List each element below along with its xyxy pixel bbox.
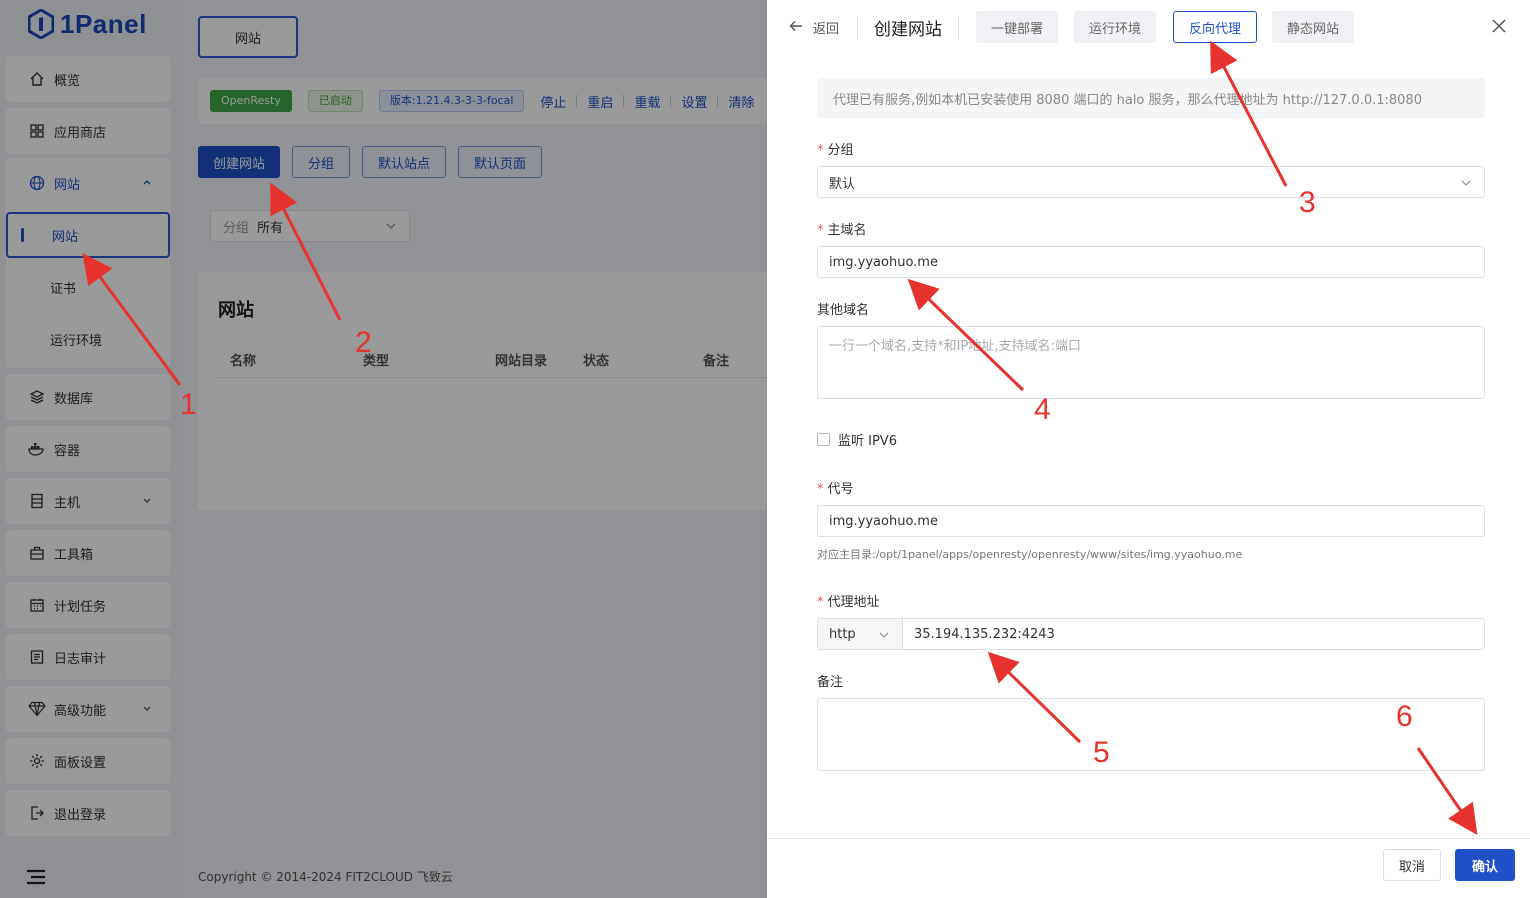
other-domains-label: 其他域名: [817, 303, 870, 318]
tab-one-click-deploy[interactable]: 一键部署: [976, 11, 1059, 43]
tab-reverse-proxy[interactable]: 反向代理: [1173, 11, 1258, 43]
modal-mask[interactable]: [0, 0, 178, 898]
proxy-address-input[interactable]: 35.194.135.232:4243: [902, 618, 1485, 650]
primary-domain-input[interactable]: img.yyaohuo.me: [817, 246, 1485, 278]
cancel-button[interactable]: 取消: [1383, 849, 1441, 881]
back-button[interactable]: 返回: [789, 18, 839, 37]
annotation-number: 4: [1034, 393, 1051, 426]
checkbox-box[interactable]: [817, 433, 830, 446]
info-alert: 代理已有服务,例如本机已安装使用 8080 端口的 halo 服务，那么代理地址…: [817, 78, 1485, 118]
annotation-number: 5: [1093, 736, 1110, 769]
group-label: * 分组: [817, 143, 854, 158]
primary-domain-label: * 主域名: [817, 223, 867, 238]
drawer-header: 返回 创建网站 一键部署 运行环境 反向代理 静态网站: [767, 0, 1530, 56]
alias-input[interactable]: img.yyaohuo.me: [817, 505, 1485, 537]
group-select[interactable]: 默认: [817, 166, 1485, 198]
divider: [857, 18, 858, 38]
close-icon[interactable]: [1491, 18, 1507, 38]
divider: [958, 18, 959, 38]
alias-hint: 对应主目录:/opt/1panel/apps/openresty/openres…: [817, 548, 1243, 561]
back-label: 返回: [813, 22, 840, 37]
arrow-left-icon: [789, 20, 803, 36]
proxy-protocol-value: http: [829, 626, 856, 642]
remark-textarea[interactable]: [817, 698, 1485, 771]
annotation-number: 3: [1299, 186, 1316, 219]
annotation-number: 2: [355, 326, 372, 359]
create-website-drawer: 返回 创建网站 一键部署 运行环境 反向代理 静态网站 代理已有服务,例如本机已…: [767, 0, 1530, 898]
chevron-down-icon: [878, 629, 890, 645]
divider: [767, 838, 1530, 839]
proxy-protocol-select[interactable]: http: [817, 618, 903, 650]
other-domains-textarea[interactable]: 一行一个域名,支持*和IP地址,支持域名:端口: [817, 326, 1485, 399]
modal-mask[interactable]: [178, 0, 767, 898]
proxy-address-label: * 代理地址: [817, 595, 880, 610]
annotation-number: 6: [1396, 700, 1413, 733]
tab-static-site[interactable]: 静态网站: [1272, 11, 1355, 43]
ipv6-label: 监听 IPV6: [838, 434, 897, 449]
remark-label: 备注: [817, 675, 844, 690]
chevron-down-icon: [1460, 177, 1472, 193]
alias-label: * 代号: [817, 482, 854, 497]
tab-runtime[interactable]: 运行环境: [1074, 11, 1157, 43]
ipv6-checkbox[interactable]: 监听 IPV6: [817, 430, 897, 449]
confirm-button[interactable]: 确认: [1455, 849, 1515, 881]
drawer-title: 创建网站: [874, 20, 942, 40]
group-value: 默认: [829, 176, 856, 192]
annotation-number: 1: [180, 388, 197, 421]
